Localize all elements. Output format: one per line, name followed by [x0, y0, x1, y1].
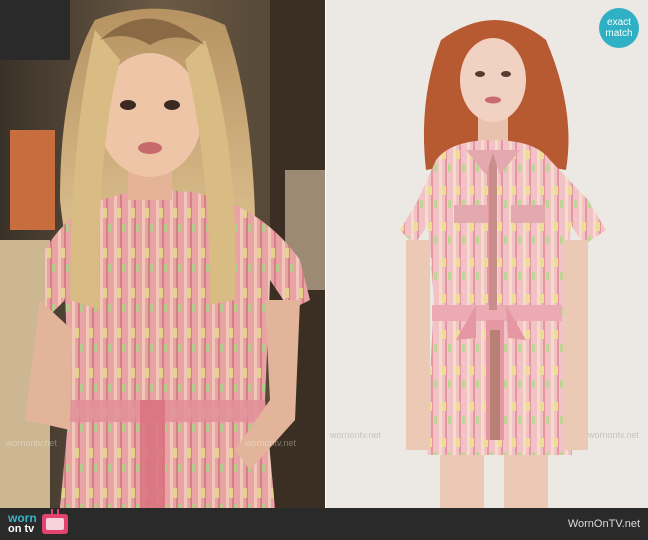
site-url[interactable]: WornOnTV.net	[568, 518, 640, 530]
face	[460, 38, 526, 122]
logo-text: worn on tv	[8, 512, 37, 535]
tv-icon	[41, 514, 68, 534]
left-photo: wornontv.net wornontv.net	[0, 0, 325, 508]
logo-word-ontv: on tv	[8, 523, 35, 535]
footer-bar: worn on tv WornOnTV.net	[0, 508, 648, 540]
orange-planter	[10, 130, 55, 230]
watermark: wornontv.net	[6, 438, 57, 448]
watermark: wornontv.net	[588, 430, 639, 440]
wornontv-logo[interactable]: worn on tv	[8, 511, 68, 537]
watermark: wornontv.net	[330, 430, 381, 440]
badge-line1: exact	[607, 17, 631, 28]
exact-match-badge: exact match	[599, 8, 639, 48]
badge-line2: match	[605, 28, 633, 39]
left-photo-scene	[0, 0, 325, 508]
watermark: wornontv.net	[245, 438, 296, 448]
right-photo: wornontv.net wornontv.net	[326, 0, 648, 508]
